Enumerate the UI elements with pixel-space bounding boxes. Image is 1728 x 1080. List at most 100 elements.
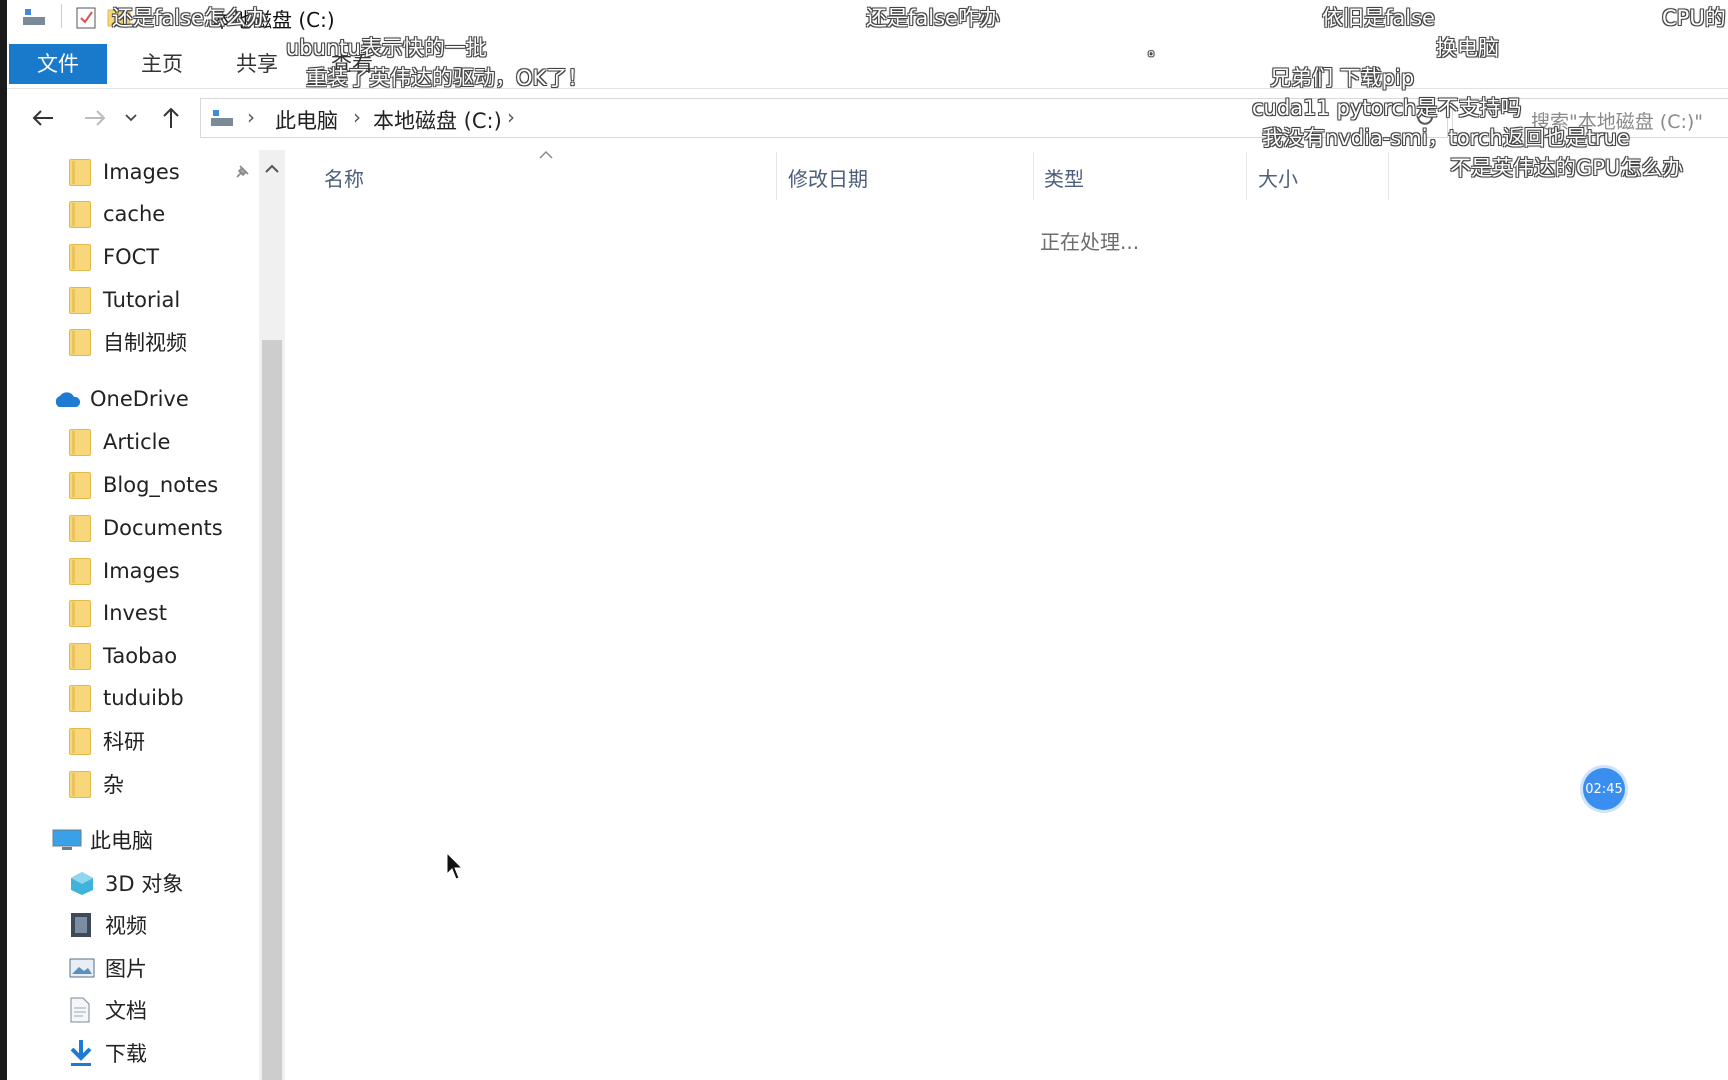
sidebar-item-3d-objects[interactable]: 3D 对象 [69, 863, 183, 903]
sidebar-item-label: 文档 [105, 999, 147, 1023]
overlay-comment: 兄弟们 下载pip [1270, 66, 1415, 90]
folder-icon [69, 642, 91, 670]
sidebar-item-downloads[interactable]: 下载 [69, 1033, 147, 1073]
sidebar-item-article[interactable]: Article [69, 422, 170, 462]
properties-check-icon[interactable] [75, 6, 97, 34]
column-divider[interactable] [1388, 152, 1389, 200]
column-header-modified[interactable]: 修改日期 [788, 162, 868, 196]
document-icon [70, 997, 90, 1023]
folder-icon [69, 200, 91, 228]
column-header-type[interactable]: 类型 [1044, 162, 1084, 196]
sidebar-item-label: Taobao [103, 644, 178, 668]
sidebar-item-label: 下载 [105, 1042, 147, 1066]
sidebar-item-pictures[interactable]: 图片 [69, 948, 147, 988]
overlay-comment: CPU的 [1662, 6, 1726, 30]
chevron-down-icon [125, 114, 137, 122]
scroll-up-icon[interactable] [259, 156, 285, 182]
sidebar-item-label: 此电脑 [90, 829, 153, 853]
overlay-comment: 。 [1148, 40, 1165, 59]
sort-ascending-icon [539, 150, 553, 159]
sidebar-item-images-onedrive[interactable]: Images [69, 551, 180, 591]
tab-home[interactable]: 主页 [122, 44, 202, 84]
breadcrumb-separator: › [247, 105, 255, 129]
sidebar-item-label: Tutorial [103, 288, 181, 312]
sidebar-item-documents-pc[interactable]: 文档 [69, 990, 147, 1030]
scrollbar-thumb[interactable] [262, 340, 282, 1080]
sidebar-item-label: OneDrive [90, 387, 189, 411]
column-header-size[interactable]: 大小 [1258, 162, 1298, 196]
sidebar-item-foct[interactable]: FOCT [69, 237, 159, 277]
column-header-name[interactable]: 名称 [324, 162, 364, 196]
drive-icon [21, 6, 47, 32]
breadcrumb-separator: › [507, 105, 515, 129]
overlay-comment: 还是false怎么办 [112, 6, 267, 30]
sidebar-item-misc[interactable]: 杂 [69, 764, 124, 804]
folder-icon [69, 471, 91, 499]
sidebar-item-label: Blog_notes [103, 473, 219, 497]
back-arrow-icon [32, 110, 53, 126]
column-divider[interactable] [1246, 152, 1247, 200]
sidebar-item-label: Documents [103, 516, 223, 540]
sidebar-item-label: cache [103, 202, 166, 226]
sidebar-item-tuduibb[interactable]: tuduibb [69, 678, 184, 718]
column-divider[interactable] [1033, 152, 1034, 200]
up-arrow-icon [163, 107, 179, 128]
sidebar-item-blog-notes[interactable]: Blog_notes [69, 465, 218, 505]
folder-icon [69, 557, 91, 585]
mouse-cursor-icon [446, 852, 464, 880]
overlay-comment: 换电脑 [1436, 36, 1499, 60]
sidebar-item-label: 3D 对象 [105, 872, 184, 896]
sidebar-item-documents[interactable]: Documents [69, 508, 223, 548]
forward-arrow-icon [85, 110, 106, 126]
overlay-comment: 不是英伟达的GPU怎么办 [1450, 156, 1684, 180]
sidebar-scrollbar[interactable] [259, 150, 285, 1080]
tab-share[interactable]: 共享 [217, 44, 297, 84]
breadcrumb-local-disk[interactable]: 本地磁盘 (C:) [373, 105, 502, 135]
cloud-icon [55, 392, 81, 407]
title-divider [61, 4, 62, 28]
pin-icon[interactable] [232, 162, 252, 186]
folder-icon [69, 727, 91, 755]
back-button[interactable] [25, 100, 61, 136]
folder-icon [69, 514, 91, 542]
sidebar-item-label: Invest [103, 601, 168, 625]
overlay-comment: 依旧是false [1322, 6, 1435, 30]
sidebar-item-taobao[interactable]: Taobao [69, 636, 177, 676]
sidebar-item-images[interactable]: Images [69, 152, 180, 192]
download-arrow-icon [70, 1040, 92, 1066]
sidebar-item-label: Images [103, 559, 180, 583]
overlay-comment: 重装了英伟达的驱动，OK了！ [306, 66, 589, 90]
sidebar-item-label: 视频 [105, 914, 147, 938]
column-divider[interactable] [776, 152, 777, 200]
tab-file[interactable]: 文件 [9, 44, 107, 84]
sidebar-item-label: Images [103, 160, 180, 184]
sidebar-item-research[interactable]: 科研 [69, 721, 145, 761]
breadcrumb-separator: › [353, 105, 361, 129]
folder-icon [69, 684, 91, 712]
sidebar-item-tutorial[interactable]: Tutorial [69, 280, 180, 320]
folder-icon [69, 158, 91, 186]
file-list-pane: 名称 修改日期 类型 大小 正在处理... [288, 150, 1728, 1080]
forward-button[interactable] [77, 100, 113, 136]
drive-icon [209, 107, 235, 133]
breadcrumb-this-pc[interactable]: 此电脑 [275, 105, 338, 135]
left-window-edge [0, 0, 7, 1080]
sidebar-item-label: 自制视频 [103, 331, 187, 355]
sidebar-item-label: 杂 [103, 773, 124, 797]
folder-icon [69, 599, 91, 627]
folder-icon [69, 243, 91, 271]
sidebar-item-cache[interactable]: cache [69, 194, 165, 234]
up-button[interactable] [153, 100, 189, 136]
navigation-pane: Images cache FOCT Tutorial 自制视频 OneDrive… [7, 150, 259, 1080]
recent-locations-button[interactable] [121, 100, 141, 136]
video-timestamp-badge: 02:45 [1583, 768, 1625, 810]
computer-icon [52, 829, 82, 850]
folder-icon [69, 770, 91, 798]
sidebar-item-this-pc[interactable]: 此电脑 [52, 820, 153, 860]
sidebar-item-onedrive[interactable]: OneDrive [52, 379, 189, 419]
sidebar-item-label: tuduibb [103, 686, 184, 710]
sidebar-item-videos[interactable]: 视频 [69, 905, 147, 945]
sidebar-item-videos-custom[interactable]: 自制视频 [69, 322, 187, 362]
sidebar-item-label: Article [103, 430, 171, 454]
sidebar-item-invest[interactable]: Invest [69, 593, 167, 633]
